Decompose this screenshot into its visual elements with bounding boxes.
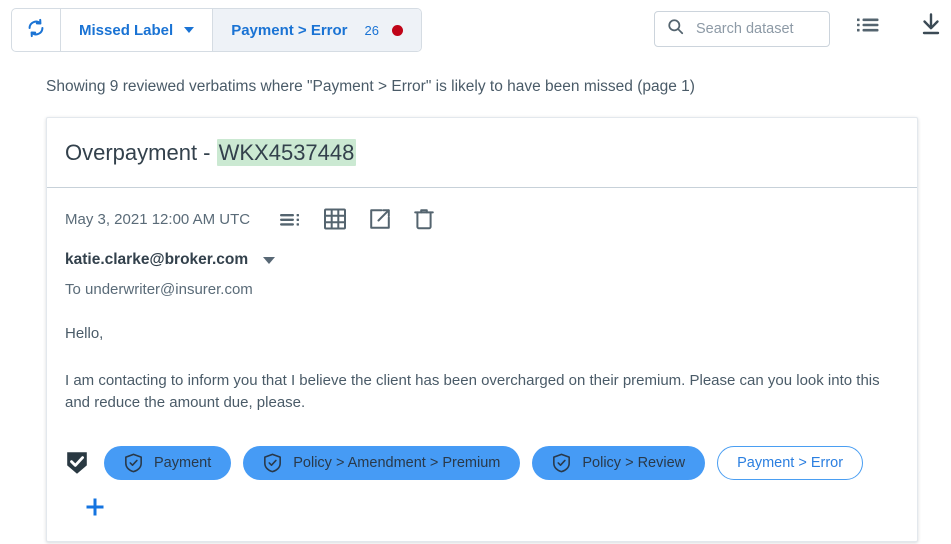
- download-icon: [919, 13, 943, 42]
- label-chip-payment-error[interactable]: Payment > Error: [717, 446, 864, 481]
- list-view-icon: [856, 18, 882, 40]
- shield-check-icon: [263, 453, 282, 473]
- plus-icon: [84, 496, 106, 523]
- sender-row: katie.clarke@broker.com: [65, 251, 899, 269]
- shield-check-icon: [124, 453, 143, 473]
- active-label-count: 26: [364, 22, 379, 38]
- add-label-row: [65, 496, 899, 541]
- missed-label-text: Missed Label: [79, 21, 174, 39]
- sender-email: katie.clarke@broker.com: [65, 251, 249, 268]
- list-view-button[interactable]: [856, 14, 882, 41]
- top-toolbar: Missed Label Payment > Error 26: [0, 0, 951, 58]
- label-chip-policy-amendment-premium[interactable]: Policy > Amendment > Premium: [243, 446, 521, 481]
- shield-check-filled-icon[interactable]: [65, 450, 89, 476]
- label-chip-payment[interactable]: Payment: [104, 446, 232, 481]
- search-box[interactable]: [654, 11, 830, 47]
- shield-check-icon: [552, 453, 571, 473]
- status-dot-icon: [391, 24, 403, 36]
- card-body: May 3, 2021 12:00 AM UTC katie.clarke@br…: [47, 188, 917, 541]
- card-meta-row: May 3, 2021 12:00 AM UTC: [65, 188, 899, 231]
- card-title: Overpayment - WKX4537448: [47, 118, 917, 188]
- label-chip-text: Payment: [154, 455, 212, 472]
- trash-icon[interactable]: [413, 207, 435, 231]
- label-chip-policy-review[interactable]: Policy > Review: [532, 446, 706, 481]
- text-lines-icon[interactable]: [280, 209, 302, 229]
- label-chip-text: Policy > Amendment > Premium: [293, 455, 501, 472]
- refresh-icon: [25, 17, 47, 43]
- refresh-button[interactable]: [12, 9, 61, 51]
- open-external-icon[interactable]: [368, 207, 392, 231]
- missed-label-filter[interactable]: Missed Label: [61, 9, 214, 51]
- label-chip-text: Payment > Error: [737, 455, 844, 472]
- card-title-highlight: WKX4537448: [216, 139, 357, 166]
- label-chip-text: Policy > Review: [582, 455, 686, 472]
- message-greeting: Hello,: [65, 325, 104, 342]
- chevron-down-icon: [184, 27, 195, 33]
- card-title-prefix: Overpayment -: [65, 140, 217, 165]
- search-input[interactable]: [694, 20, 818, 38]
- filter-segmented-control: Missed Label Payment > Error 26: [11, 8, 422, 52]
- active-label-text: Payment > Error: [231, 21, 348, 39]
- search-icon: [655, 17, 694, 41]
- results-caption: Showing 9 reviewed verbatims where "Paym…: [46, 78, 695, 95]
- grid-icon[interactable]: [323, 207, 347, 231]
- card-date: May 3, 2021 12:00 AM UTC: [65, 210, 251, 228]
- label-chip-row: Payment Policy > Amendment > Premium Pol…: [65, 446, 899, 481]
- add-label-button[interactable]: [84, 496, 106, 523]
- sender-chevron-down-icon[interactable]: [263, 256, 276, 264]
- message-body: I am contacting to inform you that I bel…: [65, 371, 880, 411]
- active-label-filter[interactable]: Payment > Error 26: [213, 9, 421, 51]
- recipient-line: To underwriter@insurer.com: [65, 281, 253, 298]
- verbatim-card: Overpayment - WKX4537448 May 3, 2021 12:…: [46, 117, 918, 543]
- download-button[interactable]: [919, 12, 943, 43]
